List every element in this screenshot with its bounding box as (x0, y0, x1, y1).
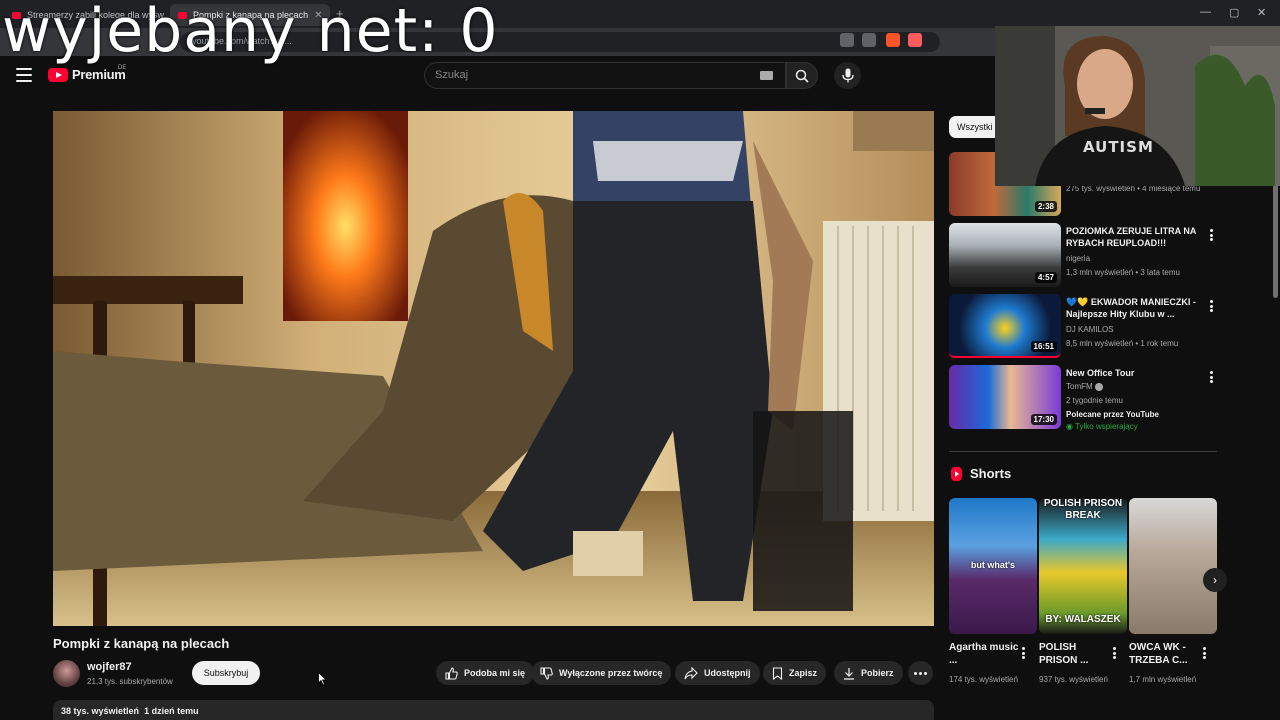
short-views: 1,7 mln wyświetleń (1129, 675, 1197, 684)
video-title: Pompki z kanapą na plecach (53, 636, 230, 651)
members-only-badge: ◉ Tylko wspierający (1066, 422, 1138, 431)
video-player[interactable] (53, 111, 934, 626)
save-label: Zapisz (789, 668, 818, 678)
description-stats: 38 tys. wyświetleń 1 dzień temu (61, 706, 199, 716)
short-caption: but what's (970, 560, 1016, 570)
search-button[interactable] (786, 62, 818, 89)
brave-shield-icon[interactable] (886, 33, 900, 47)
like-button[interactable]: Podoba mi się (436, 661, 535, 685)
channel-name[interactable]: nigeria (1066, 254, 1090, 263)
video-meta: 1,3 mln wyświetleń • 3 lata temu (1066, 268, 1180, 277)
view-count: 38 tys. wyświetleń (61, 706, 140, 716)
shorts-heading: Shorts (970, 466, 1012, 481)
subscribe-button[interactable]: Subskrybuj (192, 661, 260, 685)
promoted-note: Polecane przez YouTube (1066, 410, 1159, 419)
minimize-button[interactable]: — (1200, 6, 1211, 18)
search-input[interactable]: Szukaj (424, 62, 786, 89)
duration-badge: 17:30 (1030, 414, 1057, 425)
search-icon (795, 69, 809, 83)
channel-label: TomFM (1066, 382, 1093, 391)
share-label: Udostępnij (704, 668, 751, 678)
channel-name[interactable]: DJ KAMILOS (1066, 325, 1114, 334)
subscriber-count: 21,3 tys. subskrybentów (87, 677, 173, 686)
video-thumbnail[interactable]: 17:30 (949, 365, 1061, 429)
duration-badge: 4:57 (1034, 272, 1057, 283)
section-divider (949, 451, 1217, 452)
download-icon (844, 667, 854, 680)
recommendation-item[interactable]: 4:57 POZIOMKA ZERUJE LITRA NA RYBACH REU… (949, 223, 1219, 287)
more-actions-icon[interactable] (908, 661, 933, 685)
video-title[interactable]: New Office Tour (1066, 367, 1198, 379)
short-caption: POLISH PRISON BREAK (1043, 498, 1123, 521)
upload-age: 1 dzień temu (144, 706, 199, 716)
webcam-overlay: AUTISM (995, 26, 1280, 186)
video-meta: 8,5 mln wyświetleń • 1 rok temu (1066, 339, 1179, 348)
duration-badge: 2:38 (1034, 201, 1057, 212)
save-button[interactable]: Zapisz (763, 661, 827, 685)
video-thumbnail[interactable]: 16:51 (949, 294, 1061, 358)
short-thumbnail[interactable]: POLISH PRISON BREAK BY: WALASZEK (1039, 498, 1127, 634)
close-window-button[interactable]: ✕ (1257, 6, 1266, 19)
share-arrow-icon (684, 666, 698, 679)
short-views: 174 tys. wyświetleń (949, 675, 1018, 684)
thumbs-up-icon (445, 666, 458, 680)
shirt-text: AUTISM (1083, 138, 1154, 156)
filter-chip-all[interactable]: Wszystki (949, 116, 1001, 138)
video-thumbnail[interactable]: 4:57 (949, 223, 1061, 287)
shorts-header: Shorts (951, 466, 1011, 481)
dislike-button[interactable]: Wyłączone przez twórcę (531, 661, 672, 685)
microphone-icon (841, 68, 854, 83)
bookmark-icon (772, 666, 783, 680)
more-options-icon[interactable] (1203, 647, 1206, 659)
maximize-button[interactable]: ▢ (1229, 6, 1239, 19)
video-meta: 2 tygodnie temu (1066, 396, 1123, 405)
share-button[interactable]: Udostępnij (675, 661, 760, 685)
more-options-icon[interactable] (1210, 371, 1213, 383)
channel-name[interactable]: wojfer87 (87, 661, 132, 673)
keyboard-icon[interactable] (760, 71, 773, 80)
download-label: Pobierz (861, 668, 894, 678)
dislike-label: Wyłączone przez twórcę (559, 668, 663, 678)
hamburger-menu-icon[interactable] (16, 68, 32, 82)
youtube-logo[interactable]: Premium (48, 67, 126, 82)
short-title[interactable]: POLISH PRISON ... (1039, 641, 1109, 667)
short-views: 937 tys. wyświetleń (1039, 675, 1108, 684)
webcam-frame (995, 26, 1280, 186)
members-icon: ◉ (1066, 422, 1073, 431)
recommendation-item[interactable]: 16:51 💙💛 EKWADOR MANIECZKI - Najlepsze H… (949, 294, 1219, 358)
rewards-icon[interactable] (908, 33, 922, 47)
next-arrow-button[interactable]: › (1203, 568, 1227, 592)
verified-icon (1094, 382, 1103, 391)
mouse-cursor-icon (318, 672, 327, 686)
duration-badge: 16:51 (1030, 341, 1057, 352)
download-button[interactable]: Pobierz (834, 661, 903, 685)
short-thumbnail[interactable] (1129, 498, 1217, 634)
video-frame (53, 111, 934, 626)
cast-icon[interactable] (840, 33, 854, 47)
more-options-icon[interactable] (1113, 647, 1116, 659)
shorts-icon (951, 466, 962, 481)
stream-counter-overlay: wyjebany net: 0 (2, 0, 499, 66)
short-thumbnail[interactable]: but what's (949, 498, 1037, 634)
video-title[interactable]: POZIOMKA ZERUJE LITRA NA RYBACH REUPLOAD… (1066, 225, 1198, 249)
like-label: Podoba mi się (464, 668, 526, 678)
channel-avatar[interactable] (53, 660, 80, 687)
voice-search-button[interactable] (834, 62, 861, 89)
short-title[interactable]: Agartha music ... (949, 641, 1019, 667)
short-title[interactable]: OWCA WK - TRZEBA C... (1129, 641, 1199, 667)
share-icon[interactable] (862, 33, 876, 47)
members-label: Tylko wspierający (1075, 422, 1138, 431)
more-options-icon[interactable] (1210, 229, 1213, 241)
thumbs-down-icon (540, 666, 553, 680)
more-options-icon[interactable] (1210, 300, 1213, 312)
recommendation-item[interactable]: 17:30 New Office Tour TomFM 2 tygodnie t… (949, 365, 1219, 431)
short-caption-bottom: BY: WALASZEK (1045, 614, 1121, 625)
more-options-icon[interactable] (1022, 647, 1025, 659)
video-title[interactable]: 💙💛 EKWADOR MANIECZKI - Najlepsze Hity Kl… (1066, 296, 1198, 320)
youtube-play-icon (48, 67, 68, 82)
channel-name[interactable]: TomFM (1066, 382, 1103, 391)
